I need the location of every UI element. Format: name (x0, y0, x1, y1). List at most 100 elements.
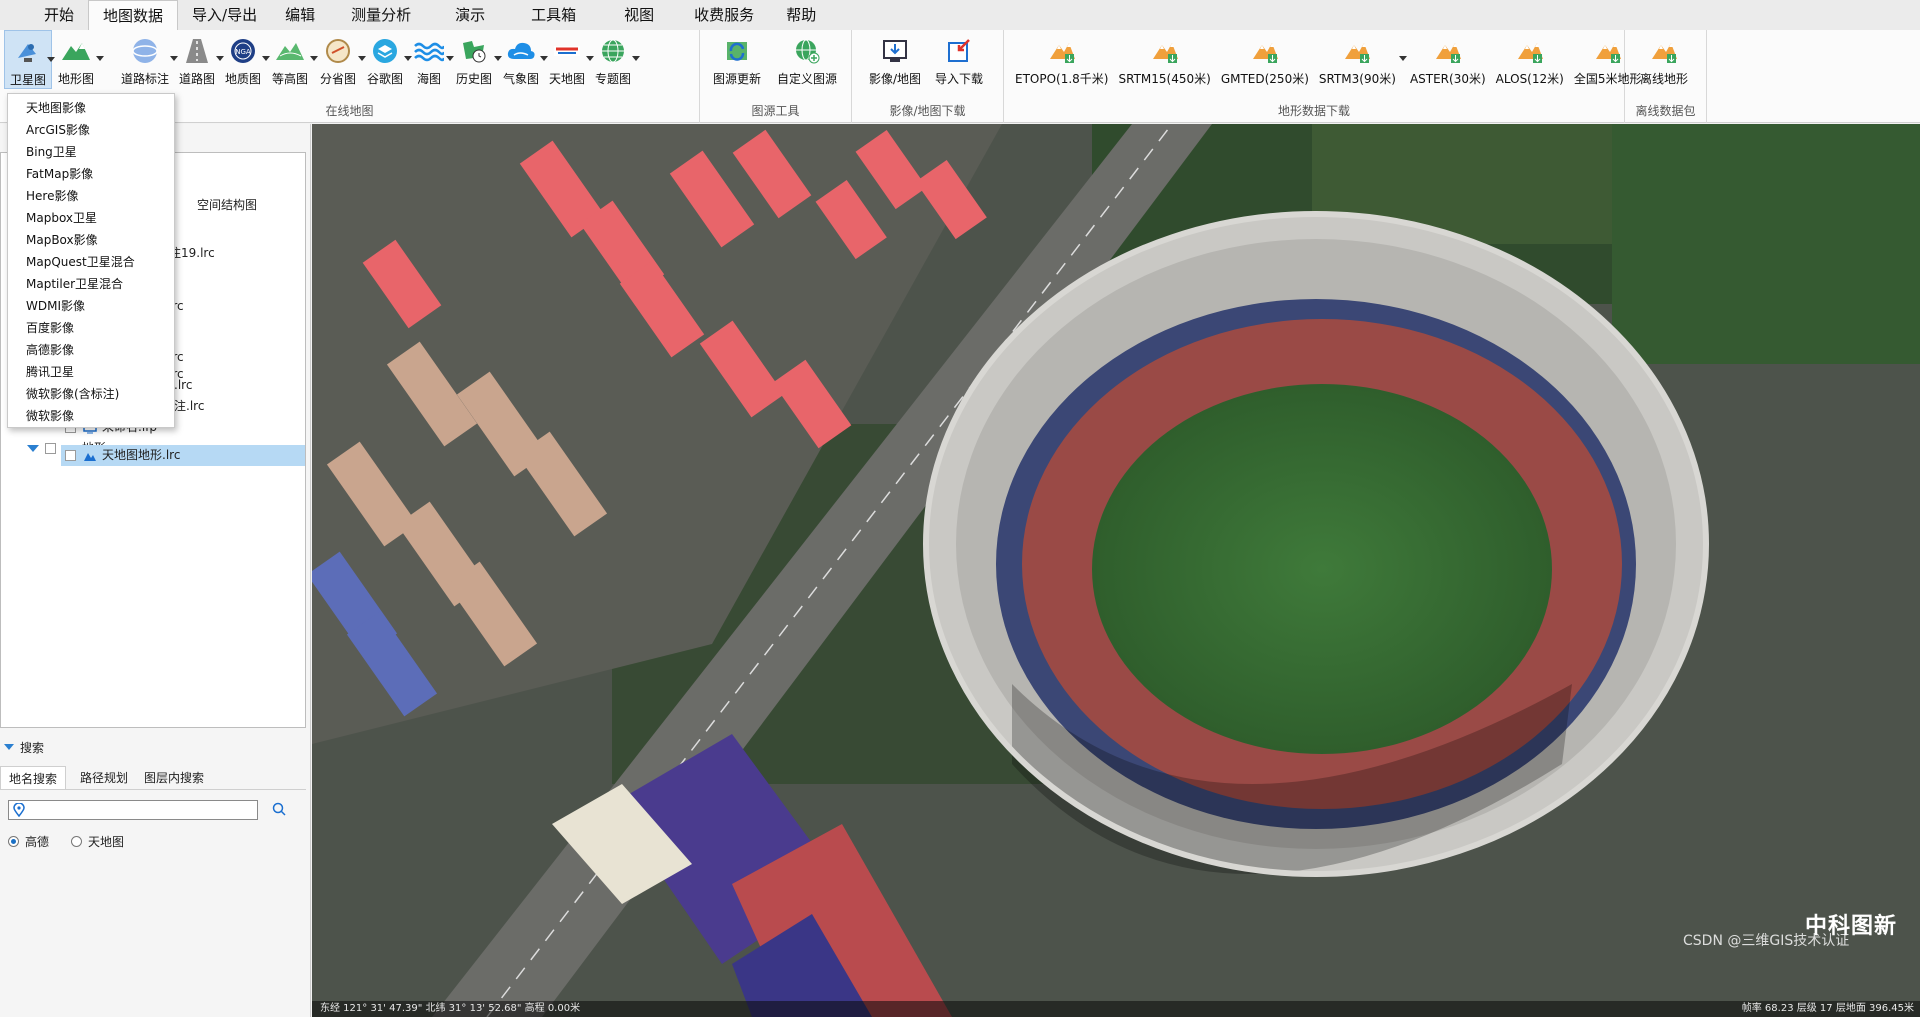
dropdown-item-microsoft-labeled[interactable]: 微软影像(含标注) (8, 383, 174, 405)
update-source-button[interactable]: 图源更新 (710, 30, 764, 87)
dropdown-item-here-image[interactable]: Here影像 (8, 185, 174, 207)
terrain-download-icon (1341, 32, 1373, 70)
globe-grid-icon (597, 32, 629, 70)
dropdown-item-arcgis-image[interactable]: ArcGIS影像 (8, 119, 174, 141)
svg-text:NGA: NGA (235, 48, 251, 56)
satellite-map-button[interactable]: 卫星图 (4, 30, 55, 89)
thematic-map-button[interactable]: 专题图 (590, 30, 640, 87)
menu-tab-paid-service[interactable]: 收费服务 (678, 0, 770, 30)
menu-tab-edit[interactable]: 编辑 (271, 0, 329, 30)
import-icon (943, 32, 975, 70)
tab-layer-search[interactable]: 图层内搜索 (136, 766, 212, 790)
search-panel: 高德 天地图 (0, 789, 306, 1017)
alos-button[interactable]: ALOS(12米) (1493, 30, 1567, 87)
ribbon-toolbar: 卫星图 地形图 道路标注 道路图 NGA 地质图 等高图 分省图 谷歌图 海图 … (0, 30, 1920, 123)
compass-map-icon (322, 32, 354, 70)
dropdown-item-fatmap-image[interactable]: FatMap影像 (8, 163, 174, 185)
road-map-button[interactable]: 道路图 (174, 30, 224, 87)
tab-route-planning[interactable]: 路径规划 (72, 766, 136, 790)
terrain-download-icon (1249, 32, 1281, 70)
terrain-download-icon (1149, 32, 1181, 70)
layer-checkbox[interactable] (65, 450, 76, 461)
satellite-source-dropdown: 天地图影像 ArcGIS影像 Bing卫星 FatMap影像 Here影像 Ma… (7, 93, 175, 428)
tree-item-label: 天地图地形.lrc (102, 448, 181, 462)
contour-map-button[interactable]: 等高图 (266, 30, 318, 87)
custom-source-button[interactable]: 自定义图源 (774, 30, 840, 87)
search-section-header[interactable]: 搜索 (0, 737, 44, 757)
collapse-arrow-icon[interactable] (4, 744, 14, 750)
group-label-offline-pack: 离线数据包 (1635, 104, 1696, 118)
sea-chart-button[interactable]: 海图 (408, 30, 454, 87)
menu-tab-start[interactable]: 开始 (30, 0, 88, 30)
google-map-button[interactable]: 谷歌图 (362, 30, 412, 87)
offline-terrain-button[interactable]: 离线地形 (1637, 30, 1691, 87)
tree-item-partial[interactable]: 空间结构图 (197, 195, 257, 216)
menu-tab-measure[interactable]: 测量分析 (329, 0, 433, 30)
radio-tianditu[interactable] (71, 836, 83, 847)
dropdown-item-tianditu-image[interactable]: 天地图影像 (8, 97, 174, 119)
srtm15-button[interactable]: SRTM15(450米) (1116, 30, 1214, 87)
tree-item-partial[interactable]: 注19.lrc (169, 243, 215, 264)
layers-icon (369, 32, 401, 70)
road-label-button[interactable]: 道路标注 (116, 30, 178, 87)
weather-map-button[interactable]: 气象图 (498, 30, 548, 87)
tab-place-search[interactable]: 地名搜索 (0, 766, 67, 790)
coordinate-readout: 东经 121° 31' 47.39" 北纬 31° 13' 52.68" 高程 … (320, 1003, 581, 1014)
terrain-download-icon (1514, 32, 1546, 70)
globe-add-icon (791, 32, 823, 70)
terrain-map-button[interactable]: 地形图 (52, 30, 104, 87)
aster-button[interactable]: ASTER(30米) (1407, 30, 1489, 87)
menu-bar: 开始 地图数据 导入/导出 编辑 测量分析 演示 工具箱 视图 收费服务 帮助 (0, 0, 1920, 30)
group-label-image-download: 影像/地图下载 (889, 104, 966, 118)
history-icon (458, 32, 490, 70)
terrain-download-icon (1432, 32, 1464, 70)
menu-tab-toolbox[interactable]: 工具箱 (507, 0, 600, 30)
dropdown-item-mapbox-satellite[interactable]: Mapbox卫星 (8, 207, 174, 229)
dropdown-item-wdmi-image[interactable]: WDMI影像 (8, 295, 174, 317)
geology-map-button[interactable]: NGA 地质图 (220, 30, 270, 87)
history-map-button[interactable]: 历史图 (450, 30, 502, 87)
dropdown-item-amap-image[interactable]: 高德影像 (8, 339, 174, 361)
group-label-source-tools: 图源工具 (751, 104, 800, 118)
menu-tab-help[interactable]: 帮助 (770, 0, 832, 30)
group-source-tools: 图源更新 自定义图源 图源工具 (700, 30, 852, 123)
dropdown-item-bing-satellite[interactable]: Bing卫星 (8, 141, 174, 163)
layer-checkbox[interactable] (45, 443, 56, 454)
dropdown-item-mapbox-image[interactable]: MapBox影像 (8, 229, 174, 251)
search-icon[interactable] (272, 802, 286, 819)
image-map-download-button[interactable]: 影像/地图 (866, 30, 924, 87)
csdn-watermark: CSDN @三维GIS技术认证 (1683, 933, 1850, 949)
chevron-down-icon (632, 56, 640, 61)
dropdown-item-mapquest-hybrid[interactable]: MapQuest卫星混合 (8, 251, 174, 273)
search-input[interactable] (31, 801, 255, 819)
globe-icon (129, 32, 161, 70)
terrain-download-icon (1592, 32, 1624, 70)
contour-icon (274, 32, 306, 70)
menu-tab-map-data[interactable]: 地图数据 (88, 0, 179, 30)
waves-icon (413, 32, 445, 70)
menu-tab-presentation[interactable]: 演示 (433, 0, 507, 30)
dropdown-item-baidu-image[interactable]: 百度影像 (8, 317, 174, 339)
import-download-button[interactable]: 导入下载 (932, 30, 986, 87)
dropdown-item-maptiler-hybrid[interactable]: Maptiler卫星混合 (8, 273, 174, 295)
menu-tab-view[interactable]: 视图 (600, 0, 678, 30)
expand-arrow-icon[interactable] (27, 445, 39, 452)
search-input-box[interactable] (8, 800, 258, 820)
terrain-download-icon (1648, 32, 1680, 70)
map-view[interactable]: 中科图新 CSDN @三维GIS技术认证 东经 121° 31' 47.39" … (312, 124, 1920, 1017)
tianditu-button[interactable]: 天地图 (544, 30, 594, 87)
gmted-button[interactable]: GMTED(250米) (1218, 30, 1312, 87)
province-map-button[interactable]: 分省图 (314, 30, 366, 87)
tree-item-layer-selected[interactable]: 天地图地形.lrc (61, 445, 305, 466)
menu-tab-import-export[interactable]: 导入/导出 (178, 0, 271, 30)
etopo-button[interactable]: ETOPO(1.8千米) (1012, 30, 1112, 87)
srtm3-button[interactable]: SRTM3(90米) (1316, 30, 1407, 87)
status-bar: 东经 121° 31' 47.39" 北纬 31° 13' 52.68" 高程 … (312, 1001, 1920, 1017)
tianditu-logo-icon (551, 32, 583, 70)
dropdown-item-microsoft-image[interactable]: 微软影像 (8, 405, 174, 427)
dropdown-item-tencent-satellite[interactable]: 腾讯卫星 (8, 361, 174, 383)
refresh-map-icon (721, 32, 753, 70)
search-tabs: 地名搜索 路径规划 图层内搜索 (0, 766, 212, 790)
terrain-download-icon (1046, 32, 1078, 70)
radio-amap[interactable] (8, 836, 19, 847)
